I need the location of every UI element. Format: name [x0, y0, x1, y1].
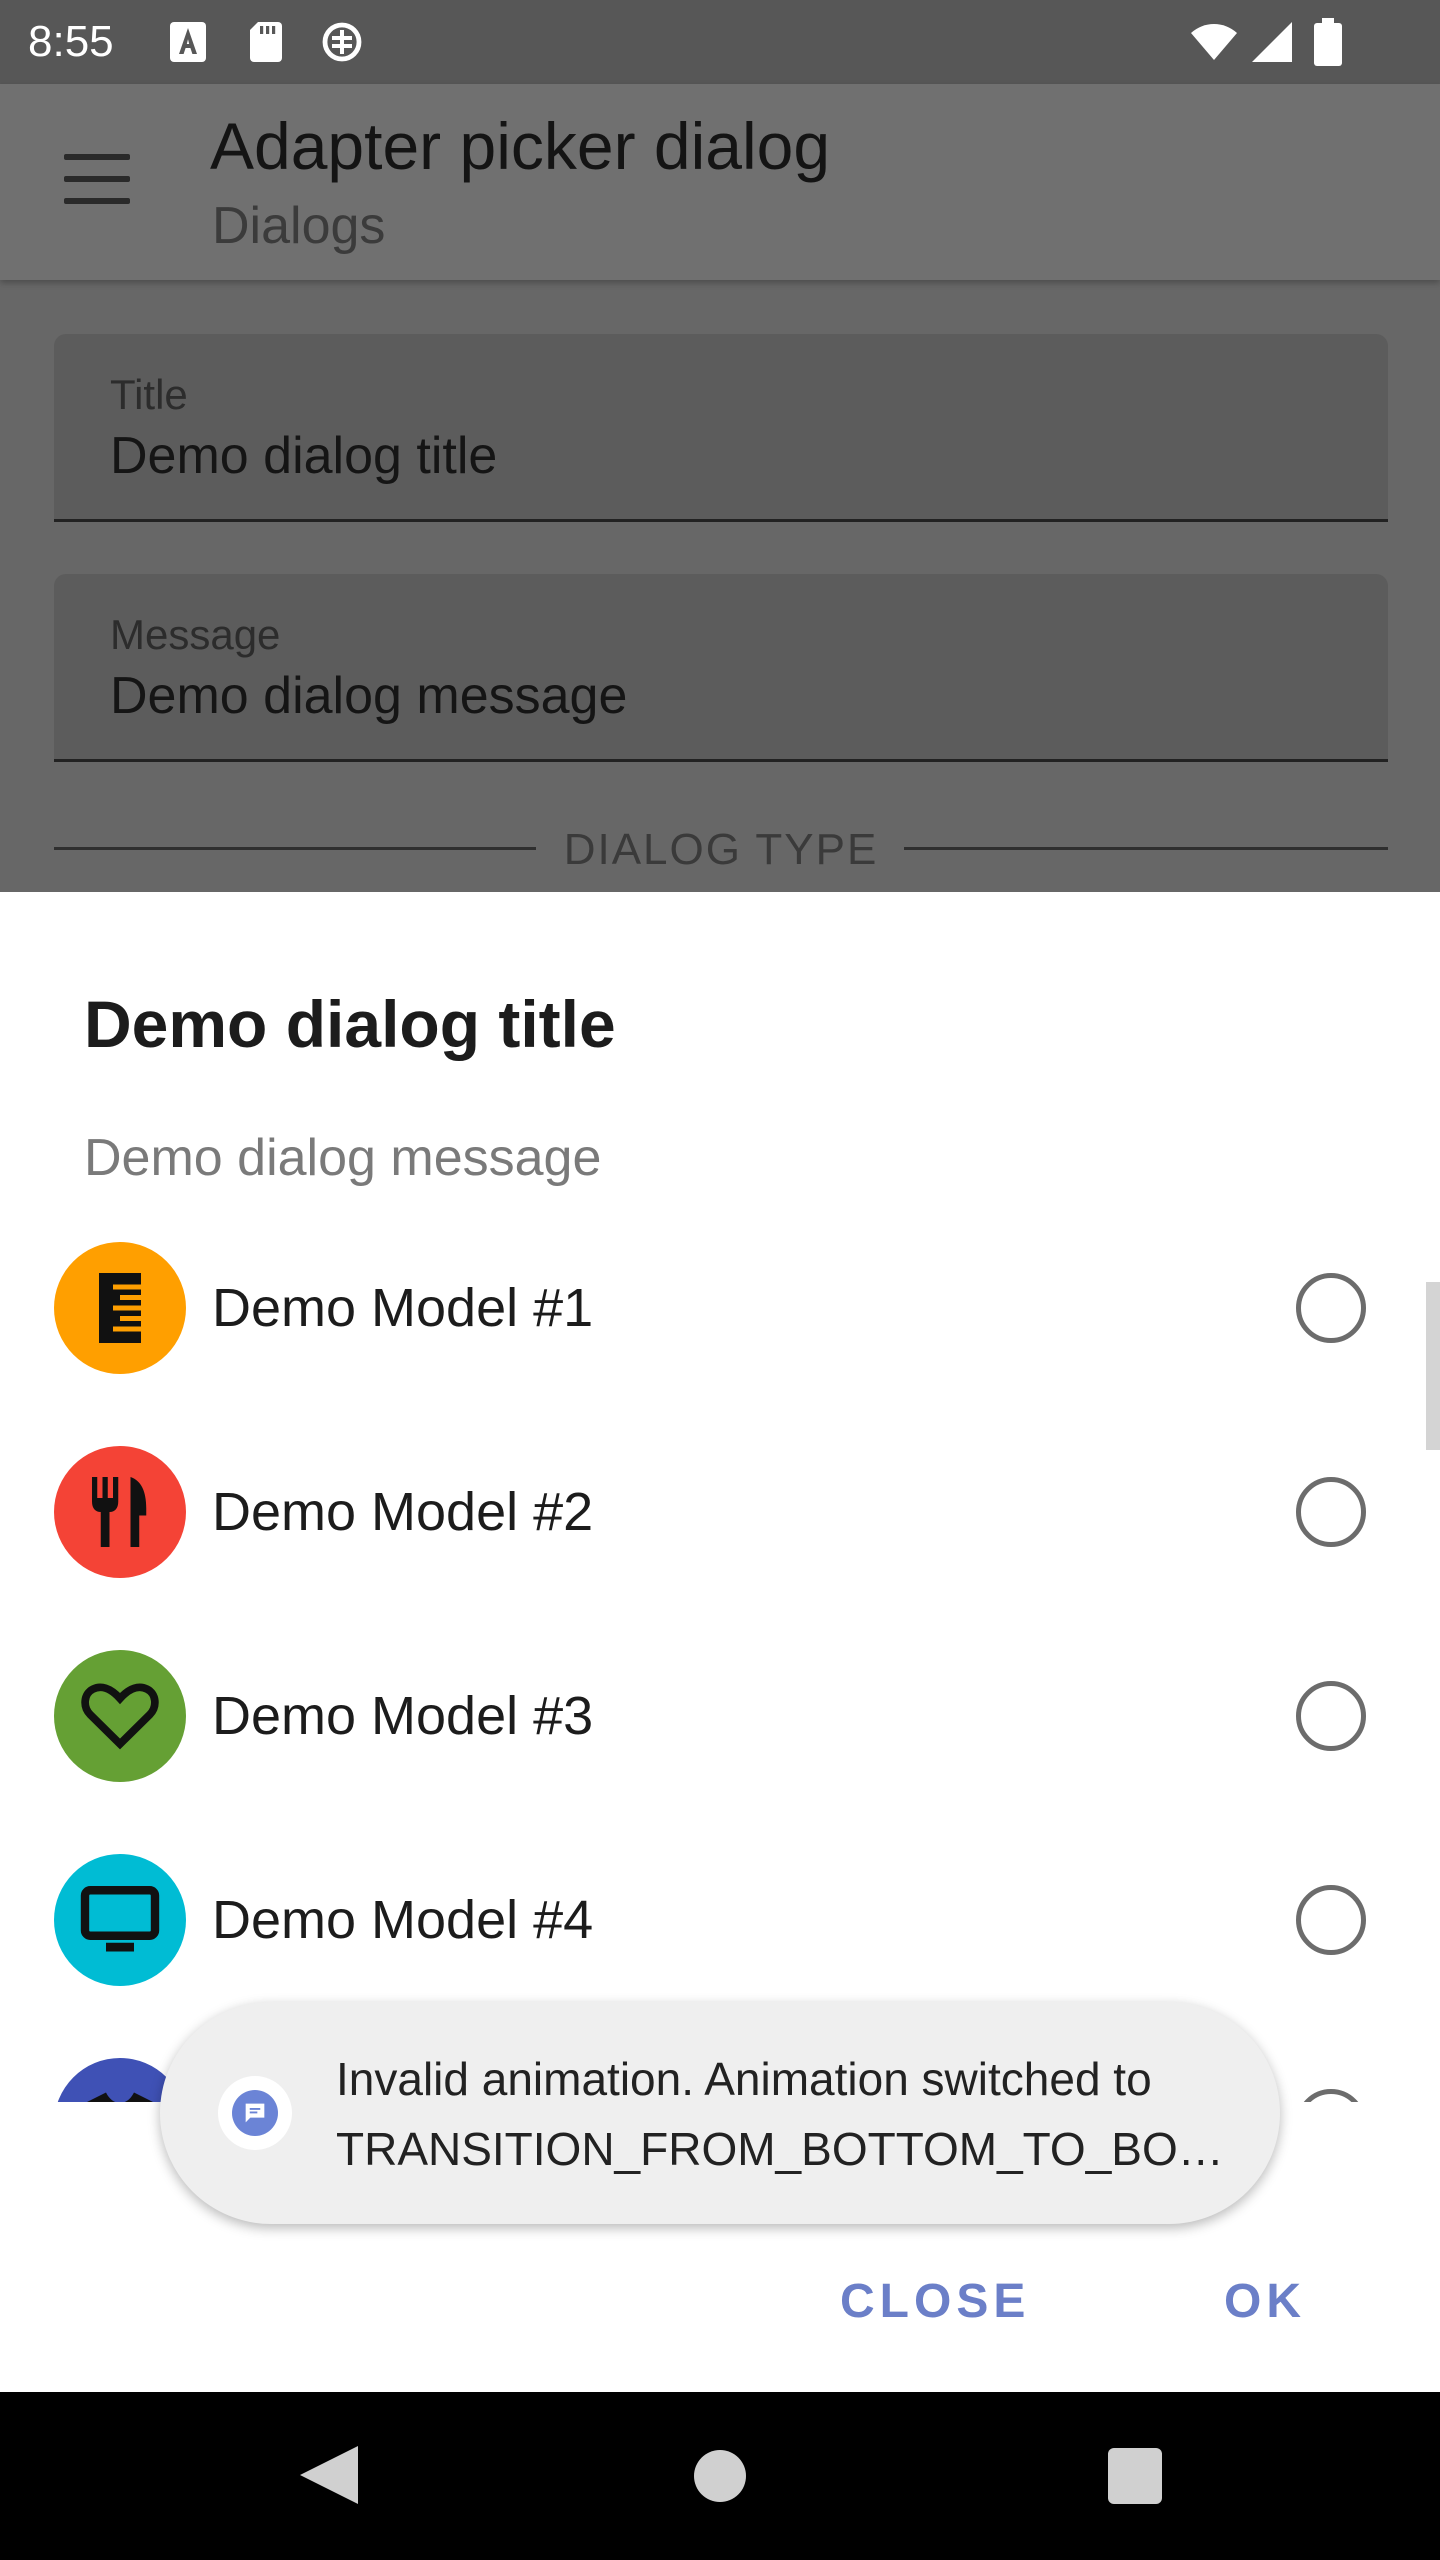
message-field[interactable]: Message Demo dialog message	[54, 574, 1388, 762]
item-avatar	[54, 1446, 186, 1578]
list-item[interactable]: Demo Model #2	[0, 1410, 1440, 1614]
heart-icon	[81, 1683, 159, 1750]
item-avatar	[54, 1650, 186, 1782]
ruler-icon	[99, 1273, 141, 1343]
dialog-title: Demo dialog title	[84, 987, 616, 1061]
ok-button[interactable]: OK	[1224, 2272, 1306, 2332]
recents-square-icon[interactable]	[1108, 2448, 1162, 2504]
item-label: Demo Model #4	[212, 1890, 594, 1950]
item-radio[interactable]	[1296, 1681, 1366, 1751]
item-radio[interactable]	[1296, 2089, 1366, 2102]
font-a-icon	[170, 22, 206, 62]
item-radio[interactable]	[1296, 1477, 1366, 1547]
toast-text: Invalid animation. Animation switched to…	[336, 2044, 1236, 2184]
item-radio[interactable]	[1296, 1273, 1366, 1343]
close-button[interactable]: CLOSE	[840, 2272, 1030, 2332]
status-time: 8:55	[28, 17, 114, 66]
toast-line-1: Invalid animation. Animation switched to	[336, 2053, 1152, 2105]
item-avatar	[54, 1854, 186, 1986]
message-field-value: Demo dialog message	[110, 667, 628, 725]
item-label: Demo Model #1	[212, 1278, 594, 1338]
toolbar-subtitle: Dialogs	[212, 197, 386, 255]
system-nav-bar	[0, 2392, 1440, 2560]
wifi-icon	[1191, 24, 1237, 60]
item-label: Demo Model #2	[212, 1482, 594, 1542]
monitor-icon	[80, 1886, 160, 1952]
home-circle-icon[interactable]	[694, 2450, 746, 2502]
battery-icon	[1314, 18, 1342, 66]
back-triangle-icon[interactable]	[296, 2442, 366, 2508]
list-item[interactable]: Demo Model #3	[0, 1614, 1440, 1818]
tshirt-icon	[87, 2092, 153, 2102]
title-field-label: Title	[110, 371, 188, 418]
toast-message: Invalid animation. Animation switched to…	[160, 2002, 1280, 2224]
item-label: Demo Model #3	[212, 1686, 594, 1746]
toast-icon-wrap	[218, 2076, 292, 2150]
divider-line-right	[904, 847, 1388, 850]
picker-dialog: Demo dialog title Demo dialog message De…	[0, 892, 1440, 2392]
cell-signal-icon	[1252, 22, 1292, 62]
toast-line-2: TRANSITION_FROM_BOTTOM_TO_BOT…	[336, 2123, 1236, 2175]
list-item[interactable]: Demo Model #4	[0, 1818, 1440, 2022]
status-bar: 8:55	[0, 0, 1440, 84]
title-field[interactable]: Title Demo dialog title	[54, 334, 1388, 522]
fork-knife-icon	[92, 1477, 147, 1547]
model-list[interactable]: Demo Model #1 Demo Model #2 Demo Model #…	[0, 1206, 1440, 2102]
sd-card-icon	[250, 22, 282, 62]
background-app: 8:55 Adapter picker dialog Dialogs Title…	[0, 0, 1440, 892]
signal-strength-icon	[322, 22, 362, 62]
title-field-value: Demo dialog title	[110, 427, 498, 485]
list-item[interactable]: Demo Model #1	[0, 1206, 1440, 1410]
list-scrollbar[interactable]	[1426, 1282, 1440, 1450]
item-radio[interactable]	[1296, 1885, 1366, 1955]
item-avatar	[54, 1242, 186, 1374]
toolbar-title: Adapter picker dialog	[210, 109, 831, 183]
dialog-type-divider: DIALOG TYPE	[54, 820, 1388, 880]
app-toolbar: Adapter picker dialog Dialogs	[0, 84, 1440, 280]
dialog-message: Demo dialog message	[84, 1129, 602, 1187]
dialog-type-label: DIALOG TYPE	[563, 825, 879, 874]
message-icon	[232, 2090, 278, 2136]
hamburger-menu-icon[interactable]	[64, 154, 130, 204]
message-field-label: Message	[110, 611, 281, 658]
